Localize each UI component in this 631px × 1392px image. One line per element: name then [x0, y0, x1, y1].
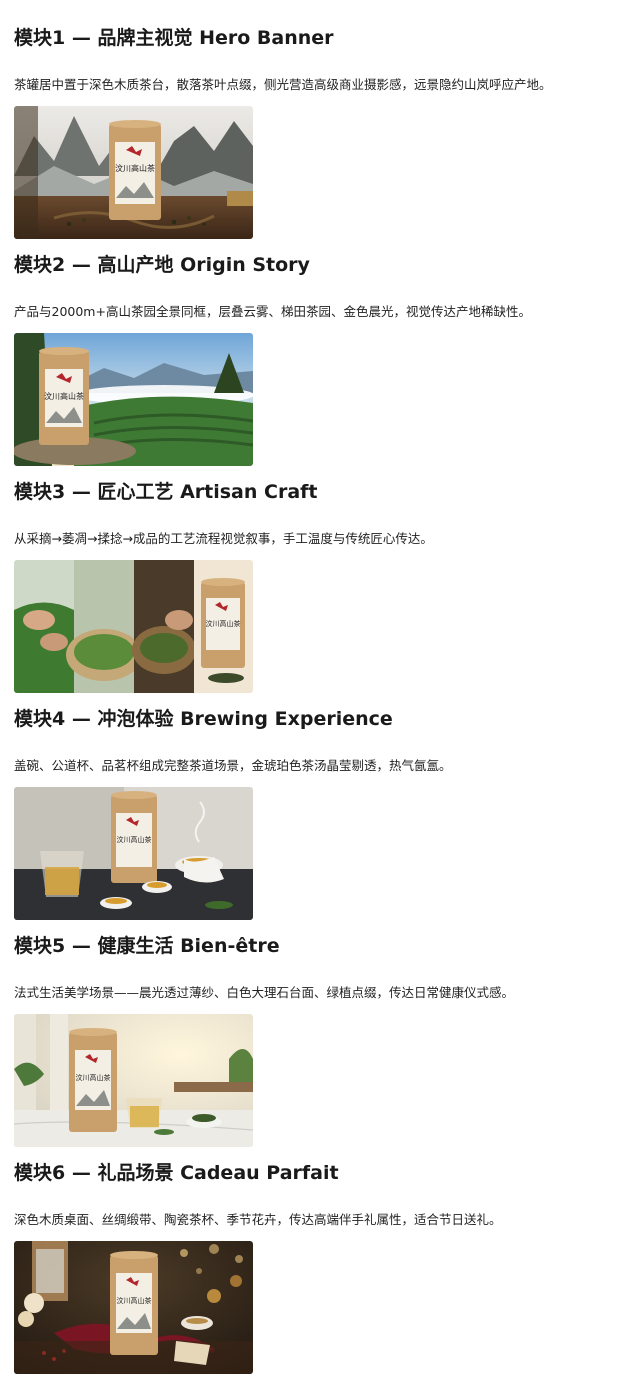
module-6-title: 模块6 — 礼品场景 Cadeau Parfait [14, 1162, 339, 1184]
module-3-description: 从采摘→萎凋→揉捻→成品的工艺流程视觉叙事，手工温度与传统匠心传达。 [14, 531, 433, 546]
canister-label-text: 汶川高山茶 [76, 1073, 111, 1082]
module-5: 模块5 — 健康生活 Bien-être 法式生活美学场景——晨光透过薄纱、白色… [14, 934, 619, 1147]
module-6-description: 深色木质桌面、丝绸缎带、陶瓷茶杯、季节花卉，传达高端伴手礼属性，适合节日送礼。 [14, 1212, 502, 1227]
canister-label-text: 汶川高山茶 [206, 619, 241, 628]
module-2-image: 汶川高山茶 [14, 333, 253, 466]
canister-label-text: 汶川高山茶 [44, 391, 84, 401]
module-3-image: 汶川高山茶 [14, 560, 253, 693]
module-2-description: 产品与2000m+高山茶园全景同框，层叠云雾、梯田茶园、金色晨光，视觉传达产地稀… [14, 304, 531, 319]
module-5-title: 模块5 — 健康生活 Bien-être [14, 935, 280, 957]
module-1-image: 汶川高山茶 [14, 106, 253, 239]
module-1-title: 模块1 — 品牌主视觉 Hero Banner [14, 27, 334, 49]
canister-label-text: 汶川高山茶 [117, 835, 152, 844]
module-4: 模块4 — 冲泡体验 Brewing Experience 盖碗、公道杯、品茗杯… [14, 707, 619, 920]
module-6-image: 汶川高山茶 [14, 1241, 253, 1374]
module-4-title: 模块4 — 冲泡体验 Brewing Experience [14, 708, 393, 730]
canister-label-text: 汶川高山茶 [115, 163, 155, 173]
module-6: 模块6 — 礼品场景 Cadeau Parfait 深色木质桌面、丝绸缎带、陶瓷… [14, 1161, 619, 1374]
module-4-description: 盖碗、公道杯、品茗杯组成完整茶道场景，金琥珀色茶汤晶莹剔透，热气氤氲。 [14, 758, 452, 773]
module-2-title: 模块2 — 高山产地 Origin Story [14, 254, 310, 276]
module-4-image: 汶川高山茶 [14, 787, 253, 920]
module-5-image: 汶川高山茶 [14, 1014, 253, 1147]
module-2: 模块2 — 高山产地 Origin Story 产品与2000m+高山茶园全景同… [14, 253, 619, 466]
module-1: 模块1 — 品牌主视觉 Hero Banner 茶罐居中置于深色木质茶台，散落茶… [14, 26, 619, 239]
module-5-description: 法式生活美学场景——晨光透过薄纱、白色大理石台面、绿植点缀，传达日常健康仪式感。 [14, 985, 515, 1000]
module-3: 模块3 — 匠心工艺 Artisan Craft 从采摘→萎凋→揉捻→成品的工艺… [14, 480, 619, 693]
canister-label-text: 汶川高山茶 [117, 1296, 152, 1305]
module-1-description: 茶罐居中置于深色木质茶台，散落茶叶点缀，侧光营造高级商业摄影感，远景隐约山岚呼应… [14, 77, 552, 92]
module-3-title: 模块3 — 匠心工艺 Artisan Craft [14, 481, 318, 503]
